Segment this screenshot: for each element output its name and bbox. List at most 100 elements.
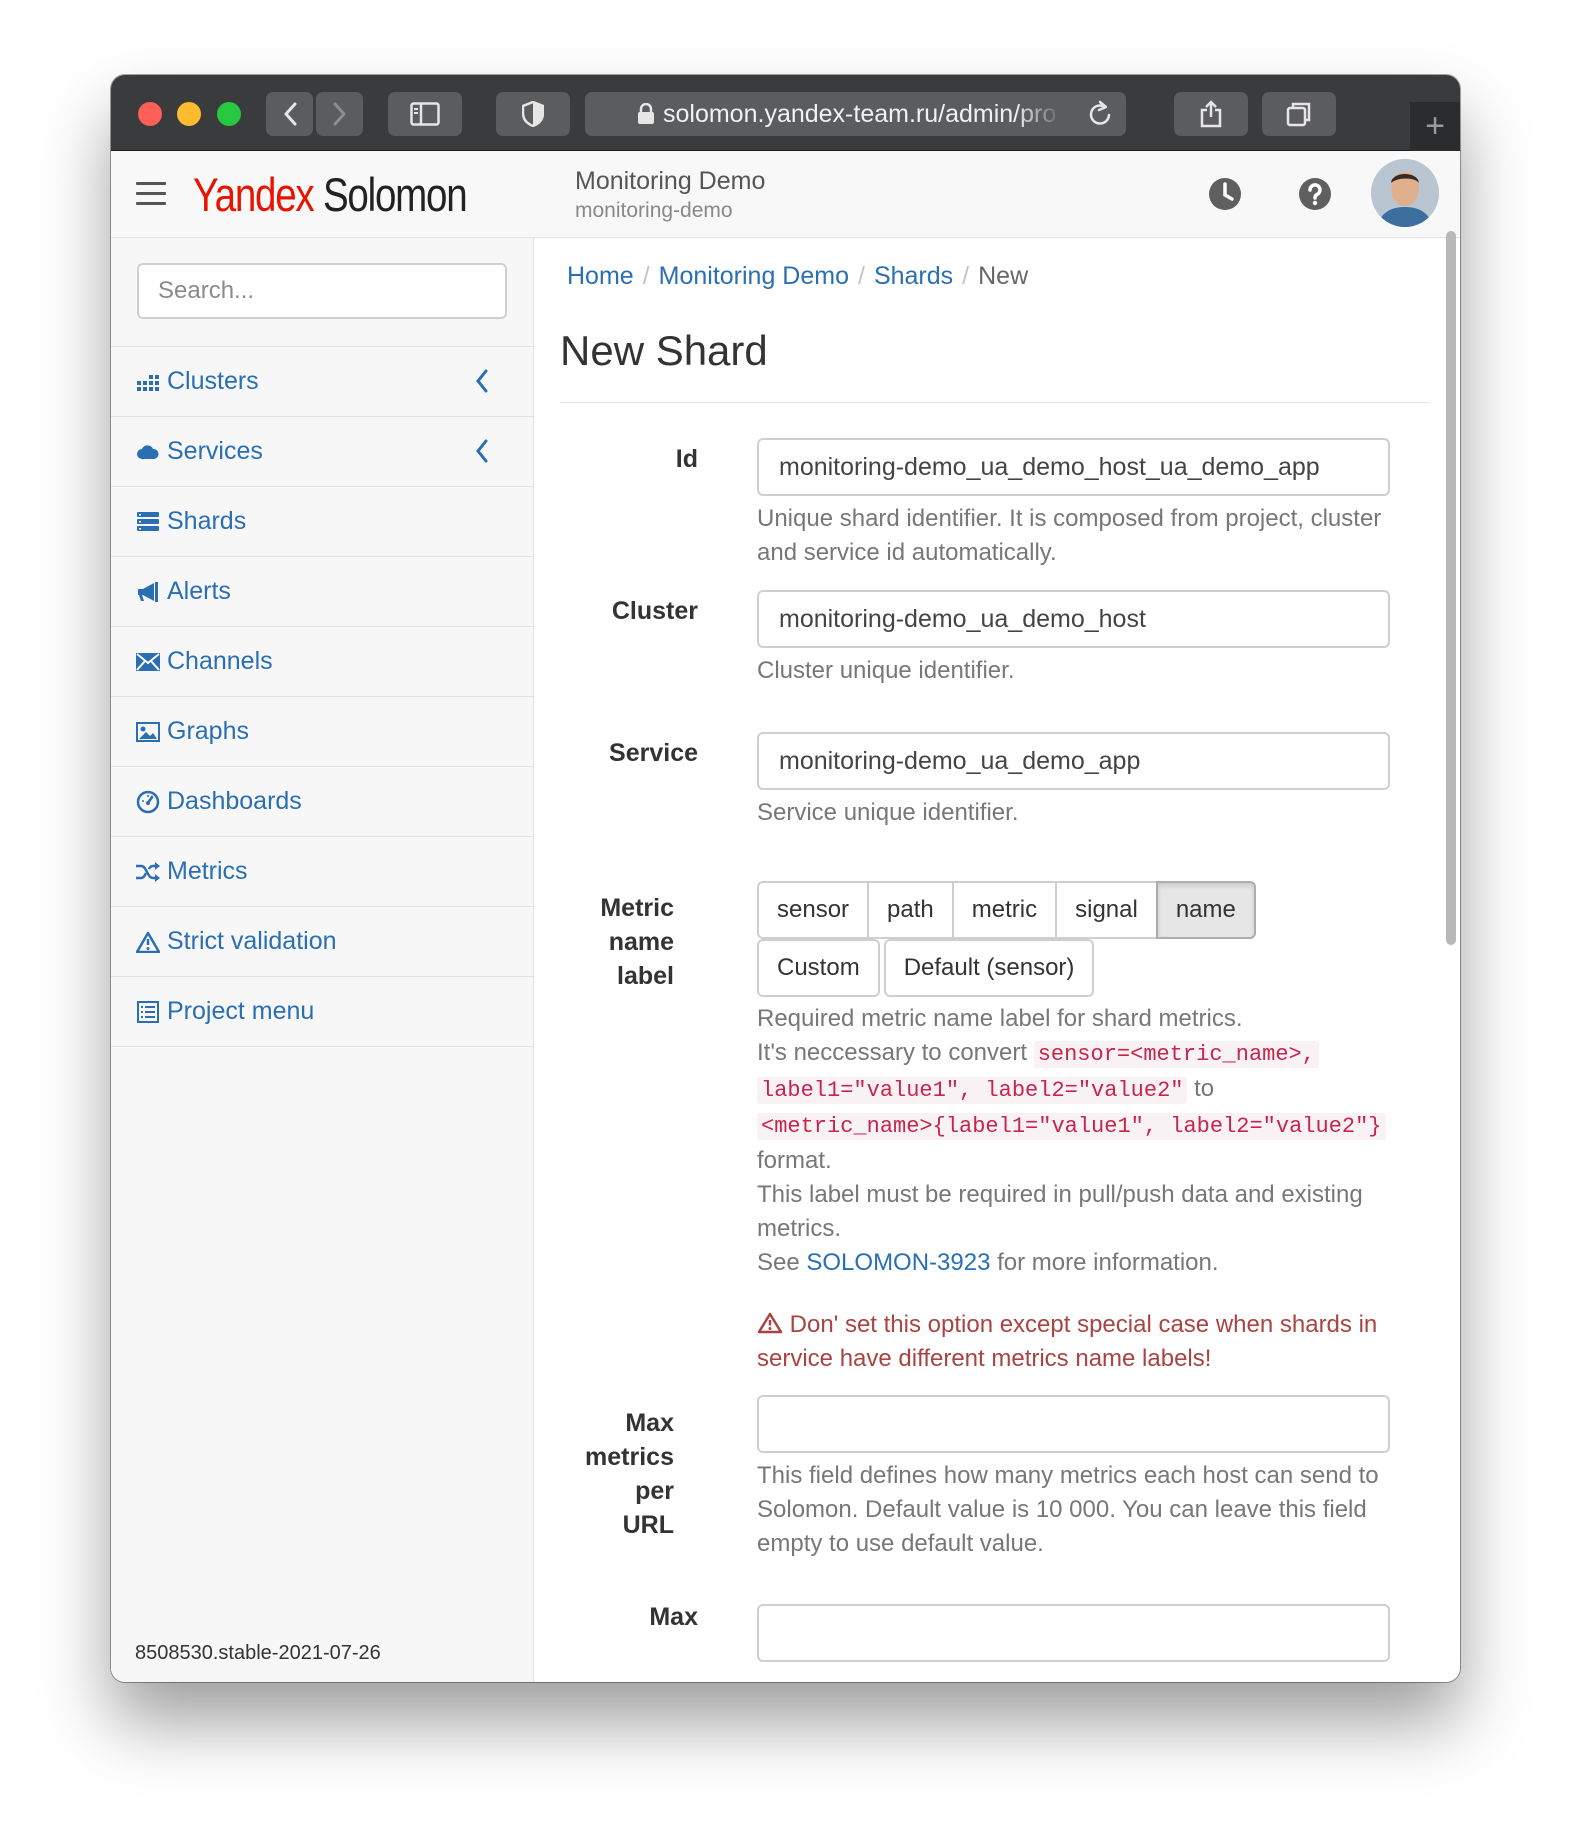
option-sensor-button[interactable]: sensor	[757, 881, 870, 939]
breadcrumb-home-link[interactable]: Home	[567, 262, 634, 290]
option-name-button[interactable]: name	[1155, 881, 1256, 939]
version-label: 8508530.stable-2021-07-26	[135, 1642, 381, 1664]
breadcrumb-shards-link[interactable]: Shards	[874, 262, 953, 290]
sidebar-item-label: Alerts	[167, 577, 231, 605]
label-line: metrics	[585, 1443, 674, 1471]
breadcrumb-current: New	[978, 262, 1029, 290]
max-metrics-field[interactable]	[757, 1395, 1390, 1453]
label-line: Max	[625, 1409, 674, 1437]
list-icon	[135, 999, 161, 1025]
page-title: New Shard	[560, 327, 768, 374]
yandex-solomon-logo[interactable]: Yandex Solomon	[193, 167, 468, 223]
top-navbar: Yandex Solomon Monitoring Demo monitorin…	[111, 151, 1460, 238]
ticket-link[interactable]: SOLOMON-3923	[806, 1249, 990, 1276]
label-line: Metric	[600, 894, 674, 922]
next-field-input[interactable]	[757, 1604, 1390, 1662]
help-convert-line3: <metric_name>{label1="value1", label2="v…	[757, 1108, 1397, 1144]
sidebar-item-services[interactable]: Services	[111, 417, 534, 487]
back-button[interactable]	[266, 92, 313, 136]
sidebar-item-dashboards[interactable]: Dashboards	[111, 767, 534, 837]
project-id: monitoring-demo	[575, 199, 733, 222]
help-question-icon[interactable]	[1297, 176, 1333, 212]
option-path-button[interactable]: path	[867, 881, 954, 939]
browser-toolbar: solomon.yandex-team.ru/admin/pro +	[111, 75, 1460, 151]
menu-icon[interactable]	[136, 182, 166, 205]
sidebar-item-label: Channels	[167, 647, 273, 675]
sidebar-item-label: Project menu	[167, 997, 315, 1025]
sidebar-item-label: Metrics	[167, 857, 248, 885]
breadcrumb-project-link[interactable]: Monitoring Demo	[659, 262, 849, 290]
sidebar-item-strict-validation[interactable]: Strict validation	[111, 907, 534, 977]
help-convert-line: It's neccessary to convert sensor=<metri…	[757, 1036, 1397, 1072]
dashboard-icon	[135, 789, 161, 815]
label-line: name	[608, 928, 674, 956]
minimize-window-button[interactable]	[177, 102, 201, 126]
clusters-icon	[135, 369, 161, 395]
code-snippet: <metric_name>{label1="value1", label2="v…	[757, 1113, 1386, 1140]
share-button[interactable]	[1174, 92, 1248, 136]
cluster-field[interactable]	[757, 590, 1390, 648]
option-default-sensor-button[interactable]: Default (sensor)	[883, 939, 1095, 997]
option-signal-button[interactable]: signal	[1055, 881, 1158, 939]
service-help: Service unique identifier.	[757, 799, 1019, 826]
browser-window: solomon.yandex-team.ru/admin/pro + Yande…	[111, 75, 1460, 1682]
metric-name-warning: Don' set this option except special case…	[757, 1308, 1397, 1376]
next-field-label: Max	[649, 1603, 698, 1631]
metric-name-help: Required metric name label for shard met…	[757, 1002, 1397, 1280]
option-metric-button[interactable]: metric	[951, 881, 1058, 939]
avatar-image	[1371, 159, 1439, 227]
sidebar-item-label: Graphs	[167, 717, 249, 745]
sidebar-item-label: Dashboards	[167, 787, 302, 815]
sidebar-item-metrics[interactable]: Metrics	[111, 837, 534, 907]
max-metrics-help: This field defines how many metrics each…	[757, 1462, 1379, 1557]
close-window-button[interactable]	[138, 102, 162, 126]
reload-icon[interactable]	[1086, 99, 1114, 129]
chevron-left-icon[interactable]	[472, 437, 492, 465]
sidebar-item-label: Clusters	[167, 367, 259, 395]
max-metrics-label-wrap: Max metrics per URL	[534, 1406, 698, 1542]
user-avatar[interactable]	[1371, 159, 1439, 227]
service-field[interactable]	[757, 732, 1390, 790]
new-tab-button[interactable]: +	[1410, 102, 1460, 151]
address-bar[interactable]: solomon.yandex-team.ru/admin/pro	[585, 92, 1126, 136]
zoom-window-button[interactable]	[217, 102, 241, 126]
page-scrollbar[interactable]	[1446, 231, 1456, 945]
megaphone-icon	[135, 579, 161, 605]
sidebar-item-clusters[interactable]: Clusters	[111, 347, 534, 417]
tabs-icon	[1286, 102, 1311, 127]
sidebar-item-label: Strict validation	[167, 927, 337, 955]
label-line: URL	[622, 1511, 674, 1539]
forward-button[interactable]	[316, 92, 363, 136]
sidebar-item-graphs[interactable]: Graphs	[111, 697, 534, 767]
sidebar-item-shards[interactable]: Shards	[111, 487, 534, 557]
id-field[interactable]	[757, 438, 1390, 496]
help-line: This label must be required in pull/push…	[757, 1181, 1363, 1242]
breadcrumb-separator: /	[962, 262, 970, 290]
tabs-overview-button[interactable]	[1262, 92, 1336, 136]
help-text: It's neccessary to convert	[757, 1039, 1028, 1066]
help-text: See	[757, 1249, 800, 1276]
chevron-right-icon	[333, 102, 345, 126]
service-label: Service	[609, 739, 698, 767]
privacy-button[interactable]	[496, 92, 570, 136]
chevron-left-icon[interactable]	[472, 367, 492, 395]
help-line: Required metric name label for shard met…	[757, 1005, 1243, 1032]
search-input[interactable]	[137, 263, 507, 319]
sidebar-item-project-menu[interactable]: Project menu	[111, 977, 534, 1047]
id-label: Id	[675, 445, 698, 473]
help-see-line: See SOLOMON-3923 for more information.	[757, 1246, 1397, 1280]
cloud-icon	[135, 439, 161, 465]
project-title[interactable]: Monitoring Demo	[575, 167, 765, 196]
random-icon	[135, 859, 161, 885]
metric-name-option-group: sensor path metric signal name	[757, 881, 1256, 939]
warning-icon	[757, 1312, 783, 1334]
sidebar-item-alerts[interactable]: Alerts	[111, 557, 534, 627]
history-clock-icon[interactable]	[1207, 176, 1243, 212]
sidebar-toggle-button[interactable]	[388, 92, 462, 136]
option-custom-button[interactable]: Custom	[757, 939, 880, 997]
sidebar-item-channels[interactable]: Channels	[111, 627, 534, 697]
id-help: Unique shard identifier. It is composed …	[757, 505, 1382, 566]
warning-icon	[135, 929, 161, 955]
logo-yandex-text: Yandex	[193, 168, 315, 221]
help-line: format.	[757, 1147, 832, 1174]
